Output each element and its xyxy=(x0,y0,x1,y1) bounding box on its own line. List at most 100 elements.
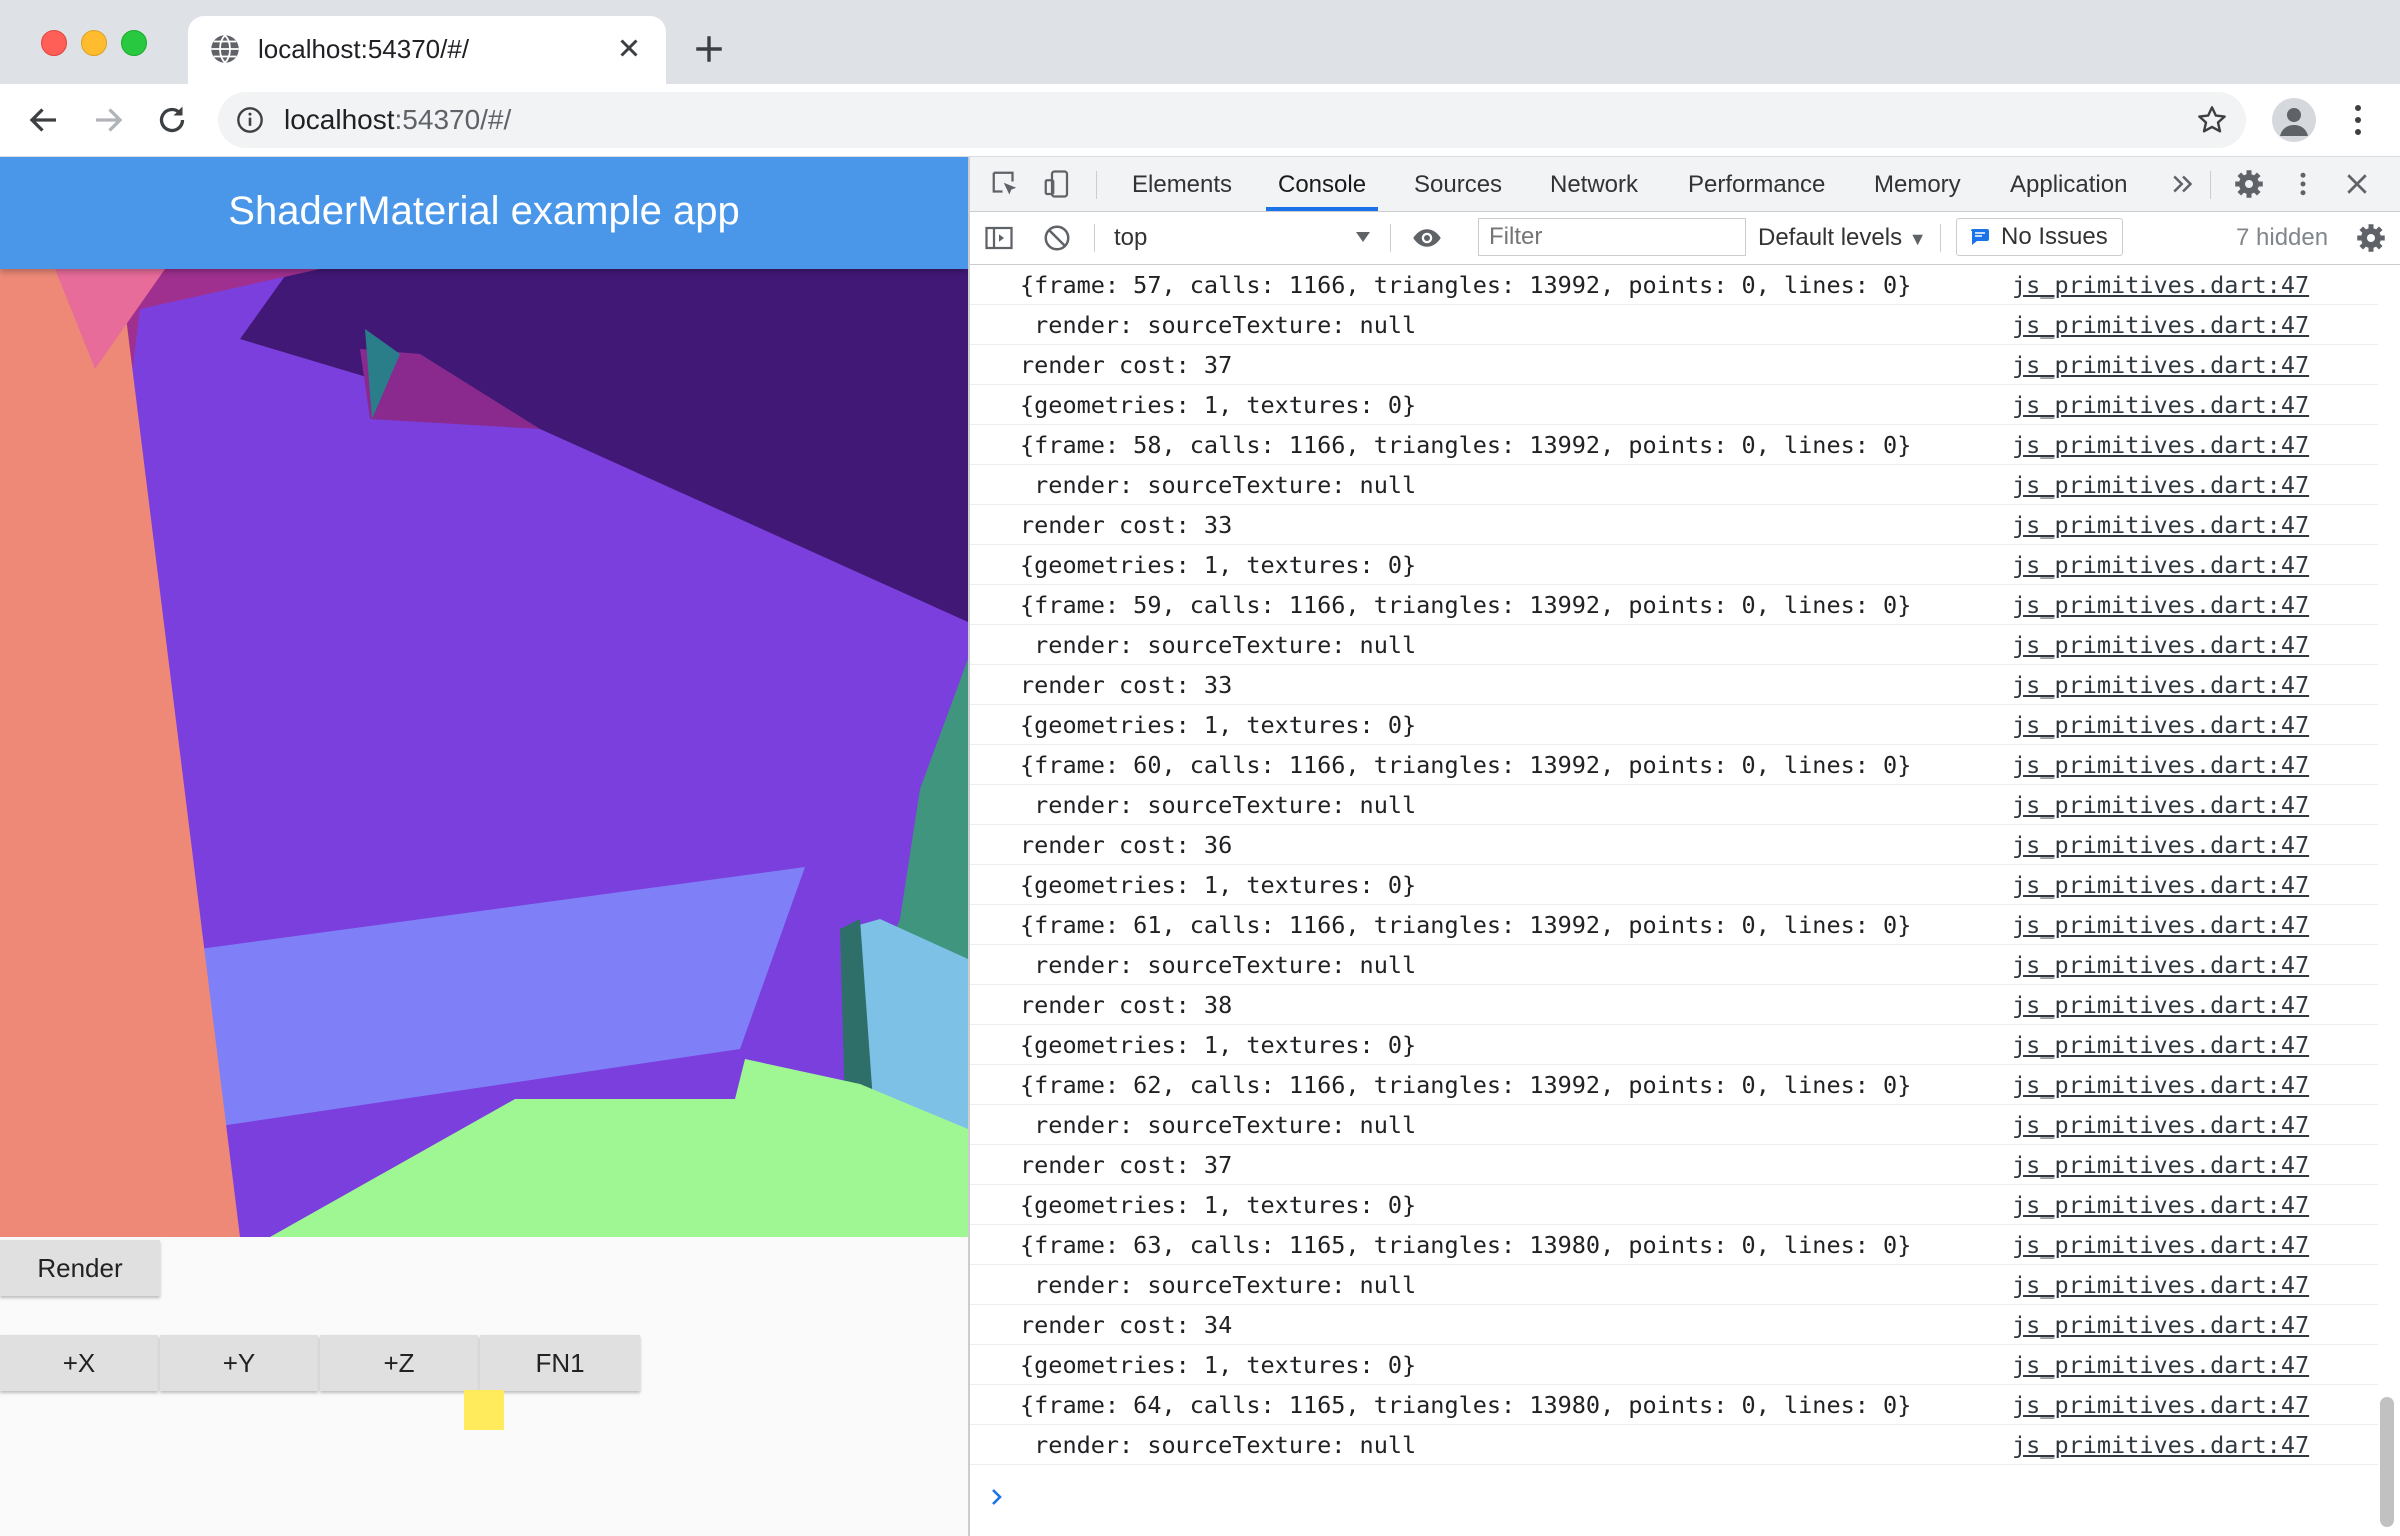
tab-network[interactable]: Network xyxy=(1550,171,1638,199)
live-expression-eye-icon[interactable] xyxy=(1412,223,1442,253)
console-message-text: render: sourceTexture: null xyxy=(1020,1111,1417,1139)
console-message-text: render: sourceTexture: null xyxy=(1020,1431,1417,1459)
web-app: ShaderMaterial example app Render +X +Y … xyxy=(0,157,968,1536)
console-source-link[interactable]: js_primitives.dart:47 xyxy=(2012,471,2309,499)
render-button[interactable]: Render xyxy=(0,1240,160,1296)
info-icon[interactable] xyxy=(236,106,264,134)
new-tab-icon[interactable] xyxy=(692,32,726,66)
tab-console[interactable]: Console xyxy=(1278,171,1366,199)
console-message-text: render: sourceTexture: null xyxy=(1020,631,1417,659)
console-message-text: render: sourceTexture: null xyxy=(1020,471,1417,499)
close-tab-icon[interactable] xyxy=(614,33,644,63)
console-settings-gear-icon[interactable] xyxy=(2356,223,2386,253)
console-source-link[interactable]: js_primitives.dart:47 xyxy=(2012,1231,2309,1259)
plus-y-button[interactable]: +Y xyxy=(160,1335,318,1391)
console-scrollbar[interactable] xyxy=(2380,1397,2394,1527)
browser-menu-icon[interactable] xyxy=(2348,102,2368,138)
console-filter-input[interactable] xyxy=(1478,218,1746,256)
console-message-row: {geometries: 1, textures: 0} js_primitive… xyxy=(970,1345,2378,1385)
settings-gear-icon[interactable] xyxy=(2234,169,2264,199)
console-source-link[interactable]: js_primitives.dart:47 xyxy=(2012,311,2309,339)
plus-z-button[interactable]: +Z xyxy=(320,1335,478,1391)
console-message-row: render cost: 33 js_primitives.dart:47 xyxy=(970,505,2378,545)
tab-elements[interactable]: Elements xyxy=(1132,171,1232,199)
profile-avatar[interactable] xyxy=(2272,98,2316,142)
more-tabs-chevron-icon[interactable] xyxy=(2168,169,2198,199)
bookmark-star-icon[interactable] xyxy=(2196,104,2228,136)
console-message-text: render cost: 33 xyxy=(1020,671,1233,699)
address-bar[interactable]: localhost:54370/#/ xyxy=(218,92,2246,148)
minimize-window-button[interactable] xyxy=(81,30,107,56)
console-source-link[interactable]: js_primitives.dart:47 xyxy=(2012,511,2309,539)
console-source-link[interactable]: js_primitives.dart:47 xyxy=(2012,1031,2309,1059)
reload-icon[interactable] xyxy=(154,102,190,138)
console-source-link[interactable]: js_primitives.dart:47 xyxy=(2012,1151,2309,1179)
separator xyxy=(1096,171,1097,199)
console-source-link[interactable]: js_primitives.dart:47 xyxy=(2012,791,2309,819)
console-message-row: render cost: 36 js_primitives.dart:47 xyxy=(970,825,2378,865)
console-source-link[interactable]: js_primitives.dart:47 xyxy=(2012,1351,2309,1379)
url-path: :54370/#/ xyxy=(394,104,512,135)
close-devtools-icon[interactable] xyxy=(2342,169,2372,199)
console-source-link[interactable]: js_primitives.dart:47 xyxy=(2012,271,2309,299)
console-source-link[interactable]: js_primitives.dart:47 xyxy=(2012,391,2309,419)
console-message-text: {frame: 59, calls: 1166, triangles: 1399… xyxy=(1020,591,1912,619)
console-message-row: {geometries: 1, textures: 0} js_primitive… xyxy=(970,545,2378,585)
console-message-row: {frame: 61, calls: 1166, triangles: 1399… xyxy=(970,905,2378,945)
console-source-link[interactable]: js_primitives.dart:47 xyxy=(2012,631,2309,659)
console-source-link[interactable]: js_primitives.dart:47 xyxy=(2012,431,2309,459)
console-message-text: render cost: 37 xyxy=(1020,1151,1233,1179)
dropdown-arrow-icon: ▼ xyxy=(1908,229,1927,249)
clear-console-icon[interactable] xyxy=(1042,223,1072,253)
console-message-text: {frame: 57, calls: 1166, triangles: 1399… xyxy=(1020,271,1912,299)
console-source-link[interactable]: js_primitives.dart:47 xyxy=(2012,911,2309,939)
tab-application[interactable]: Application xyxy=(2010,171,2127,199)
console-source-link[interactable]: js_primitives.dart:47 xyxy=(2012,671,2309,699)
console-message-text: {geometries: 1, textures: 0} xyxy=(1020,1191,1417,1219)
console-source-link[interactable]: js_primitives.dart:47 xyxy=(2012,1071,2309,1099)
active-tab-indicator xyxy=(1266,207,1378,211)
tab-performance[interactable]: Performance xyxy=(1688,171,1825,199)
fn1-button[interactable]: FN1 xyxy=(480,1335,640,1391)
console-source-link[interactable]: js_primitives.dart:47 xyxy=(2012,1191,2309,1219)
plus-x-button[interactable]: +X xyxy=(0,1335,158,1391)
console-source-link[interactable]: js_primitives.dart:47 xyxy=(2012,991,2309,1019)
console-source-link[interactable]: js_primitives.dart:47 xyxy=(2012,711,2309,739)
render-canvas[interactable] xyxy=(0,269,968,1237)
console-source-link[interactable]: js_primitives.dart:47 xyxy=(2012,871,2309,899)
console-source-link[interactable]: js_primitives.dart:47 xyxy=(2012,591,2309,619)
device-toolbar-icon[interactable] xyxy=(1042,169,1072,199)
console-source-link[interactable]: js_primitives.dart:47 xyxy=(2012,551,2309,579)
console-source-link[interactable]: js_primitives.dart:47 xyxy=(2012,1391,2309,1419)
back-icon[interactable] xyxy=(26,102,62,138)
console-source-link[interactable]: js_primitives.dart:47 xyxy=(2012,1431,2309,1459)
console-source-link[interactable]: js_primitives.dart:47 xyxy=(2012,1311,2309,1339)
log-levels-dropdown[interactable]: Default levels ▼ xyxy=(1758,224,1927,252)
browser-tab[interactable]: localhost:54370/#/ xyxy=(188,16,666,84)
console-message-row: render: sourceTexture: null js_primitives… xyxy=(970,785,2378,825)
inspect-element-icon[interactable] xyxy=(990,169,1020,199)
issues-button[interactable]: No Issues xyxy=(1956,218,2123,256)
context-selector[interactable]: top xyxy=(1114,224,1147,252)
zoom-window-button[interactable] xyxy=(121,30,147,56)
tab-sources[interactable]: Sources xyxy=(1414,171,1502,199)
console-source-link[interactable]: js_primitives.dart:47 xyxy=(2012,351,2309,379)
issues-label: No Issues xyxy=(2001,223,2108,250)
console-message-text: {frame: 64, calls: 1165, triangles: 1398… xyxy=(1020,1391,1912,1419)
console-source-link[interactable]: js_primitives.dart:47 xyxy=(2012,831,2309,859)
tab-memory[interactable]: Memory xyxy=(1874,171,1961,199)
sidebar-toggle-icon[interactable] xyxy=(984,223,1014,253)
console-source-link[interactable]: js_primitives.dart:47 xyxy=(2012,751,2309,779)
console-message-row: render: sourceTexture: null js_primitives… xyxy=(970,1105,2378,1145)
console-message-row: {frame: 60, calls: 1166, triangles: 1399… xyxy=(970,745,2378,785)
close-window-button[interactable] xyxy=(41,30,67,56)
console-message-text: render cost: 36 xyxy=(1020,831,1233,859)
console-source-link[interactable]: js_primitives.dart:47 xyxy=(2012,1111,2309,1139)
console-source-link[interactable]: js_primitives.dart:47 xyxy=(2012,1271,2309,1299)
console-message-text: {geometries: 1, textures: 0} xyxy=(1020,871,1417,899)
console-message-text: render: sourceTexture: null xyxy=(1020,951,1417,979)
devtools-menu-icon[interactable] xyxy=(2288,169,2318,199)
forward-icon[interactable] xyxy=(90,102,126,138)
console-message-row: {geometries: 1, textures: 0} js_primitive… xyxy=(970,865,2378,905)
console-source-link[interactable]: js_primitives.dart:47 xyxy=(2012,951,2309,979)
